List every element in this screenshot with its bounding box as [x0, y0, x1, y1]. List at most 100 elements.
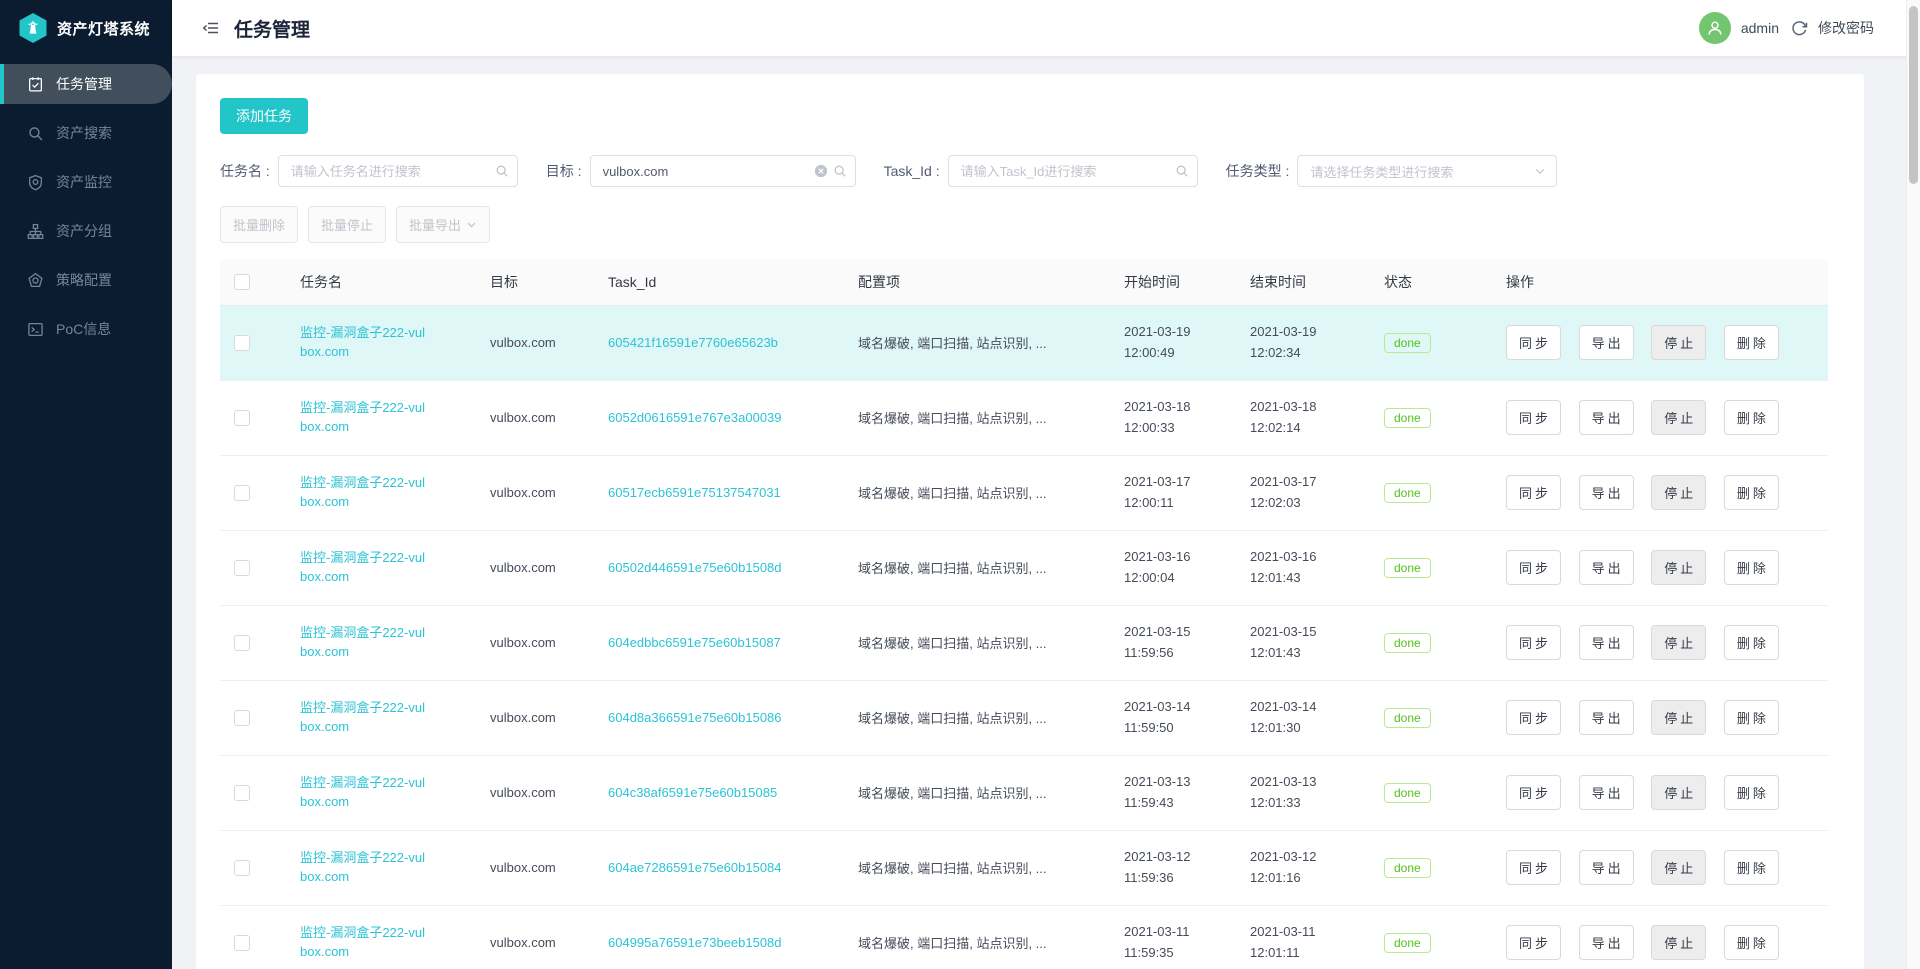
search-icon[interactable]: [495, 164, 509, 178]
task-id-link[interactable]: 604995a76591e73beeb1508d: [608, 935, 782, 950]
task-type-placeholder: 请选择任务类型进行搜索: [1310, 164, 1454, 180]
sync-button[interactable]: 同步: [1506, 700, 1562, 735]
delete-button[interactable]: 删除: [1723, 550, 1779, 585]
row-checkbox[interactable]: [234, 334, 250, 351]
export-button[interactable]: 导出: [1578, 775, 1634, 810]
delete-button[interactable]: 删除: [1723, 475, 1779, 510]
scrollbar-thumb[interactable]: [1909, 6, 1918, 184]
delete-button[interactable]: 删除: [1723, 625, 1779, 660]
row-checkbox[interactable]: [234, 634, 250, 651]
sidebar-item-task-management[interactable]: 任务管理: [0, 64, 172, 104]
sync-button[interactable]: 同步: [1506, 850, 1562, 885]
search-icon[interactable]: [1175, 164, 1189, 178]
change-password-link[interactable]: 修改密码: [1818, 18, 1874, 38]
batch-export-button[interactable]: 批量导出: [396, 206, 491, 243]
sidebar-item-asset-monitor[interactable]: 资产监控: [0, 162, 172, 202]
stop-button[interactable]: 停止: [1651, 625, 1707, 660]
export-button[interactable]: 导出: [1578, 325, 1634, 360]
select-all-checkbox[interactable]: [234, 273, 250, 290]
sidebar-item-asset-search[interactable]: 资产搜索: [0, 113, 172, 153]
task-name-link[interactable]: 监控-漏洞盒子222-vulbox.com: [300, 774, 428, 812]
menu-collapse-icon[interactable]: [202, 19, 220, 37]
task-name-link[interactable]: 监控-漏洞盒子222-vulbox.com: [300, 699, 428, 737]
row-checkbox[interactable]: [234, 559, 250, 576]
end-time: 12:02:34: [1250, 344, 1301, 360]
export-button[interactable]: 导出: [1578, 400, 1634, 435]
sidebar-item-policy-config[interactable]: 策略配置: [0, 260, 172, 300]
stop-button[interactable]: 停止: [1651, 400, 1707, 435]
start-time: 12:00:33: [1124, 419, 1175, 435]
delete-button[interactable]: 删除: [1723, 775, 1779, 810]
sync-button[interactable]: 同步: [1506, 400, 1562, 435]
sidebar-item-asset-group[interactable]: 资产分组: [0, 211, 172, 251]
export-button[interactable]: 导出: [1578, 700, 1634, 735]
row-checkbox[interactable]: [234, 934, 250, 951]
batch-delete-button[interactable]: 批量删除: [220, 206, 299, 243]
chevron-down-icon: [466, 219, 477, 230]
stop-button[interactable]: 停止: [1651, 775, 1707, 810]
export-button[interactable]: 导出: [1578, 925, 1634, 960]
row-checkbox[interactable]: [234, 859, 250, 876]
export-button[interactable]: 导出: [1578, 475, 1634, 510]
task-name-label: 任务名 :: [220, 163, 270, 179]
delete-button[interactable]: 删除: [1723, 700, 1779, 735]
add-task-button[interactable]: 添加任务: [220, 98, 308, 134]
export-button[interactable]: 导出: [1578, 625, 1634, 660]
start-time: 11:59:56: [1124, 644, 1174, 660]
config-cell: 域名爆破, 端口扫描, 站点识别, ...: [858, 711, 1047, 726]
search-icon[interactable]: [833, 164, 847, 178]
row-checkbox[interactable]: [234, 409, 250, 426]
task-type-select[interactable]: 请选择任务类型进行搜索: [1297, 155, 1558, 187]
stop-button[interactable]: 停止: [1651, 850, 1707, 885]
row-checkbox[interactable]: [234, 484, 250, 501]
batch-stop-button[interactable]: 批量停止: [308, 206, 387, 243]
stop-button[interactable]: 停止: [1651, 325, 1707, 360]
task-name-link[interactable]: 监控-漏洞盒子222-vulbox.com: [300, 474, 428, 512]
start-date: 2021-03-12: [1124, 849, 1191, 865]
task-name-input[interactable]: [277, 155, 518, 187]
task-id-link[interactable]: 6052d0616591e767e3a00039: [608, 410, 782, 425]
chevron-down-icon: [1534, 165, 1546, 177]
logout-icon[interactable]: [1791, 20, 1808, 37]
task-id-input[interactable]: [947, 155, 1198, 187]
clear-icon[interactable]: [814, 164, 828, 178]
task-id-link[interactable]: 604edbbc6591e75e60b15087: [608, 635, 781, 650]
batch-actions: 批量删除 批量停止 批量导出: [220, 206, 1840, 243]
task-name-link[interactable]: 监控-漏洞盒子222-vulbox.com: [300, 849, 428, 887]
stop-button[interactable]: 停止: [1651, 550, 1707, 585]
sync-button[interactable]: 同步: [1506, 775, 1562, 810]
stop-button[interactable]: 停止: [1651, 700, 1707, 735]
table-header-row: 任务名 目标 Task_Id 配置项 开始时间 结束时间 状态 操作: [220, 259, 1828, 306]
sync-button[interactable]: 同步: [1506, 925, 1562, 960]
sync-button[interactable]: 同步: [1506, 625, 1562, 660]
delete-button[interactable]: 删除: [1723, 850, 1779, 885]
task-id-link[interactable]: 604d8a366591e75e60b15086: [608, 710, 782, 725]
export-button[interactable]: 导出: [1578, 550, 1634, 585]
task-id-link[interactable]: 60502d446591e75e60b1508d: [608, 560, 782, 575]
sync-button[interactable]: 同步: [1506, 550, 1562, 585]
col-actions: 操作: [1490, 259, 1828, 306]
task-name-link[interactable]: 监控-漏洞盒子222-vulbox.com: [300, 924, 428, 962]
sidebar-item-poc-info[interactable]: PoC信息: [0, 309, 172, 349]
row-checkbox[interactable]: [234, 784, 250, 801]
task-name-link[interactable]: 监控-漏洞盒子222-vulbox.com: [300, 549, 428, 587]
task-id-link[interactable]: 605421f16591e7760e65623b: [608, 335, 778, 350]
delete-button[interactable]: 删除: [1723, 325, 1779, 360]
delete-button[interactable]: 删除: [1723, 400, 1779, 435]
config-cell: 域名爆破, 端口扫描, 站点识别, ...: [858, 636, 1047, 651]
sync-button[interactable]: 同步: [1506, 325, 1562, 360]
task-name-link[interactable]: 监控-漏洞盒子222-vulbox.com: [300, 324, 428, 362]
task-id-link[interactable]: 604c38af6591e75e60b15085: [608, 785, 777, 800]
config-cell: 域名爆破, 端口扫描, 站点识别, ...: [858, 486, 1047, 501]
export-button[interactable]: 导出: [1578, 850, 1634, 885]
delete-button[interactable]: 删除: [1723, 925, 1779, 960]
task-id-link[interactable]: 60517ecb6591e75137547031: [608, 485, 781, 500]
stop-button[interactable]: 停止: [1651, 925, 1707, 960]
row-checkbox[interactable]: [234, 709, 250, 726]
task-name-link[interactable]: 监控-漏洞盒子222-vulbox.com: [300, 399, 428, 437]
app-title: 资产灯塔系统: [57, 20, 151, 38]
sync-button[interactable]: 同步: [1506, 475, 1562, 510]
stop-button[interactable]: 停止: [1651, 475, 1707, 510]
task-id-link[interactable]: 604ae7286591e75e60b15084: [608, 860, 782, 875]
task-name-link[interactable]: 监控-漏洞盒子222-vulbox.com: [300, 624, 428, 662]
